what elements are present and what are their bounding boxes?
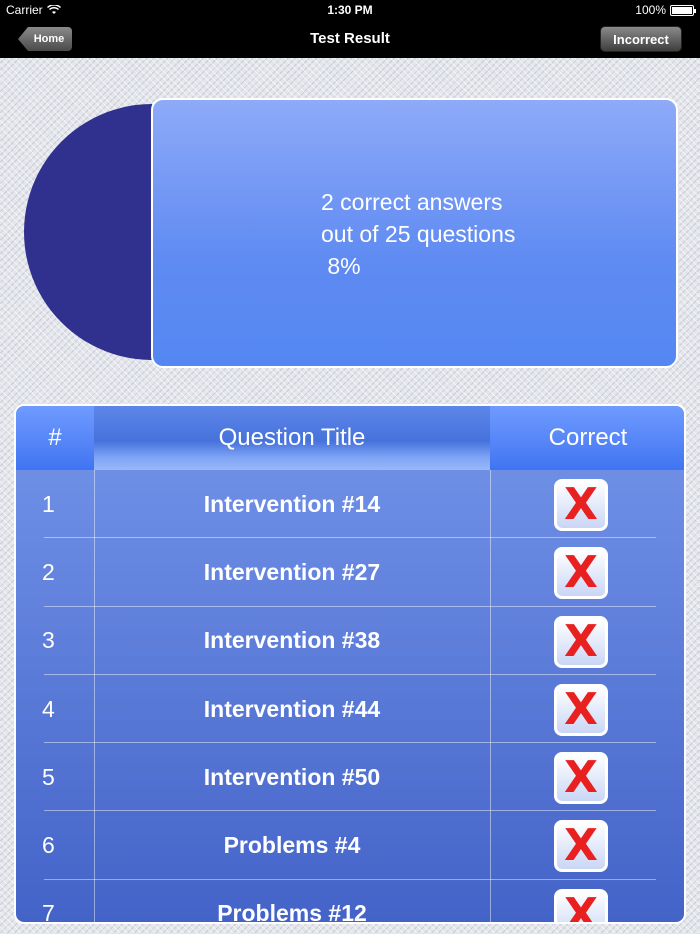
row-question-title: Intervention #38 <box>203 627 381 654</box>
battery-status: 100% <box>635 3 696 17</box>
row-number: 7 <box>42 900 55 924</box>
table-row[interactable]: 3 Intervention #38 X <box>16 607 684 675</box>
results-table: # Question Title Correct 1 Intervention #… <box>14 404 686 924</box>
row-number: 2 <box>42 558 55 585</box>
x-glyph: X <box>564 888 598 924</box>
incorrect-mark-icon: X <box>554 683 608 736</box>
row-number: 4 <box>42 695 55 722</box>
row-question-title: Problems #12 <box>217 900 367 924</box>
battery-icon <box>670 4 696 16</box>
incorrect-mark-icon: X <box>554 547 608 600</box>
incorrect-mark-icon: X <box>554 820 608 873</box>
page-title: Test Result <box>310 30 390 47</box>
row-question-title: Problems #4 <box>223 832 361 859</box>
row-question-title: Intervention #44 <box>203 695 381 722</box>
x-glyph: X <box>564 752 598 804</box>
incorrect-mark-icon: X <box>554 752 608 805</box>
battery-label: 100% <box>635 3 666 17</box>
x-glyph: X <box>564 479 598 530</box>
row-number: 5 <box>42 763 55 790</box>
table-row[interactable]: 5 Intervention #50 X <box>16 743 684 812</box>
row-question-title: Intervention #50 <box>203 763 381 790</box>
incorrect-button[interactable]: Incorrect <box>600 26 682 52</box>
header-question-title: Question Title <box>94 406 490 470</box>
x-glyph: X <box>564 547 598 599</box>
row-question-title: Intervention #14 <box>203 490 381 517</box>
row-number: 6 <box>42 832 55 859</box>
status-bar: Carrier 1:30 PM 100% <box>0 0 700 20</box>
status-time: 1:30 PM <box>327 3 373 17</box>
x-glyph: X <box>564 615 598 667</box>
x-glyph: X <box>564 683 598 735</box>
table-row[interactable]: 1 Intervention #14 X <box>16 470 684 539</box>
header-correct: Correct <box>548 424 628 451</box>
x-glyph: X <box>564 820 598 872</box>
incorrect-mark-icon: X <box>554 888 608 924</box>
table-row[interactable]: 7 Problems #12 X <box>16 880 684 924</box>
row-question-title: Intervention #27 <box>203 558 381 585</box>
incorrect-mark-icon: X <box>554 479 608 531</box>
summary-panel: 2 correct answers out of 25 questions 8% <box>151 98 678 368</box>
nav-bar: Home Test Result Incorrect <box>0 20 700 58</box>
table-header: # Question Title Correct <box>16 406 684 470</box>
table-row[interactable]: 4 Intervention #44 X <box>16 675 684 744</box>
summary-text: 2 correct answers out of 25 questions 8% <box>321 189 516 279</box>
incorrect-mark-icon: X <box>554 615 608 668</box>
table-rows: 1 Intervention #14 X 2 Intervention #27 X 3 Int… <box>16 470 684 924</box>
row-number: 1 <box>42 490 55 517</box>
header-number: # <box>48 424 62 451</box>
table-row[interactable]: 6 Problems #4 X <box>16 811 684 880</box>
table-row[interactable]: 2 Intervention #27 X <box>16 538 684 607</box>
row-number: 3 <box>42 627 55 654</box>
